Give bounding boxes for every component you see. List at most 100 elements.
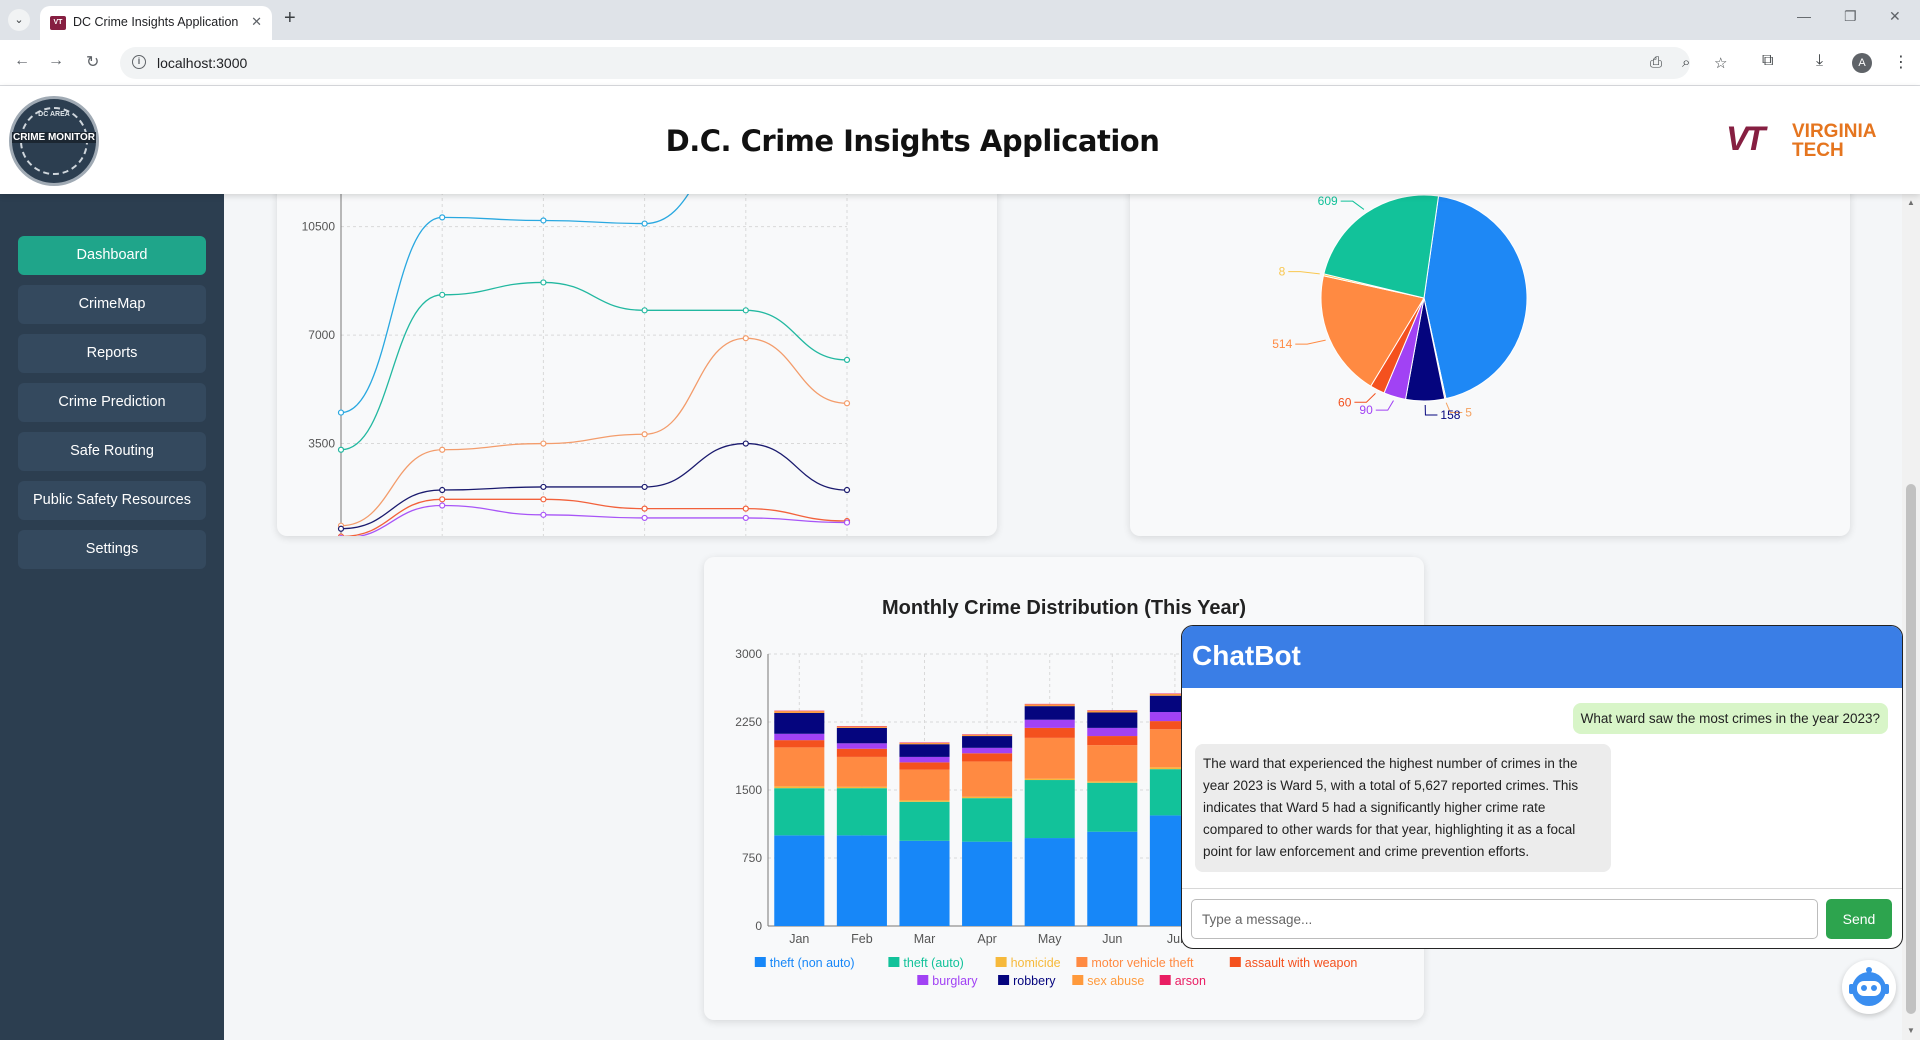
scroll-thumb[interactable] xyxy=(1906,484,1916,1014)
reload-icon[interactable]: ↻ xyxy=(86,52,99,72)
window-close-icon[interactable]: ✕ xyxy=(1889,8,1901,25)
minimize-icon[interactable]: — xyxy=(1797,8,1811,24)
data-point xyxy=(641,514,648,522)
data-point xyxy=(439,214,446,221)
forward-icon[interactable]: → xyxy=(48,52,64,70)
bar-segment xyxy=(962,798,1013,842)
bar-segment xyxy=(1024,778,1075,781)
address-bar[interactable]: i localhost:3000 ⎙ ⌕ ☆ xyxy=(120,47,1727,79)
bar-segment xyxy=(836,727,887,744)
bar-segment xyxy=(1087,712,1138,728)
bar-segment xyxy=(1087,781,1138,783)
bar-segment xyxy=(774,740,825,748)
legend-swatch xyxy=(995,957,1007,967)
back-icon[interactable]: ← xyxy=(14,52,30,70)
bar-segment xyxy=(1024,838,1075,926)
legend-swatch xyxy=(998,975,1010,985)
sidebar-item-public-safety-resources[interactable]: Public Safety Resources xyxy=(18,481,206,520)
bar-segment xyxy=(774,747,825,787)
data-point xyxy=(742,505,749,512)
chat-message-input[interactable] xyxy=(1191,899,1818,939)
sidebar-item-settings[interactable]: Settings xyxy=(18,530,206,569)
bar-segment xyxy=(836,748,887,757)
legend-label: sex abuse xyxy=(1087,974,1144,988)
bar-segment xyxy=(962,753,1013,762)
profile-avatar[interactable]: A xyxy=(1852,53,1872,73)
sidebar-item-reports[interactable]: Reports xyxy=(18,334,206,373)
x-tick-label: Jun xyxy=(1102,932,1122,946)
scroll-down-icon[interactable]: ▼ xyxy=(1907,1026,1915,1035)
bar-segment xyxy=(1087,745,1138,782)
slice-label: 514 xyxy=(1272,337,1292,351)
x-tick-label: May xyxy=(1038,932,1062,946)
legend-label: burglary xyxy=(932,974,978,988)
bar-segment xyxy=(774,711,825,713)
slice-label: 609 xyxy=(1318,194,1338,208)
legend-swatch xyxy=(1076,957,1088,967)
data-point xyxy=(843,519,851,526)
yearly-trend-card: 03500700010500201920202021202220232024th… xyxy=(277,194,997,605)
extensions-icon[interactable]: ⧉ xyxy=(1762,52,1773,70)
chatbot-header: ChatBot xyxy=(1182,626,1902,688)
tab-close-icon[interactable]: ✕ xyxy=(251,14,262,30)
sidebar-item-crime-prediction[interactable]: Crime Prediction xyxy=(18,383,206,422)
chatbot-panel: ChatBot What ward saw the most crimes in… xyxy=(1181,625,1903,949)
bar-segment xyxy=(1024,737,1075,779)
browser-tab[interactable]: VT DC Crime Insights Application ✕ xyxy=(40,6,272,40)
slice-label-line xyxy=(1295,339,1326,345)
data-point xyxy=(540,496,547,503)
bar-segment xyxy=(899,800,950,802)
chatbot-toggle-button[interactable] xyxy=(1842,960,1896,1014)
bar-segment xyxy=(836,835,887,926)
data-point xyxy=(540,279,547,286)
bar-segment xyxy=(899,756,950,763)
chatbot-title: ChatBot xyxy=(1192,640,1301,671)
restore-icon[interactable]: ❐ xyxy=(1844,8,1857,25)
site-info-icon[interactable]: i xyxy=(132,55,146,69)
tab-title: DC Crime Insights Application xyxy=(73,15,239,29)
data-point xyxy=(742,514,749,522)
new-tab-icon[interactable]: + xyxy=(284,8,296,28)
url-text[interactable]: localhost:3000 xyxy=(157,55,247,71)
slice-label-line xyxy=(1354,393,1376,403)
scroll-up-icon[interactable]: ▲ xyxy=(1907,198,1915,207)
legend-swatch xyxy=(917,975,929,985)
data-point xyxy=(337,409,345,416)
series-line xyxy=(340,498,848,538)
series-line xyxy=(340,337,848,527)
browser-menu-icon[interactable]: ⋮ xyxy=(1893,52,1909,72)
downloads-icon[interactable]: ⤓ xyxy=(1816,52,1823,70)
data-point xyxy=(439,502,446,509)
legend-swatch xyxy=(1072,975,1084,985)
sidebar-item-dashboard[interactable]: Dashboard xyxy=(18,236,206,275)
app-header: DC AREA CRIME MONITOR D.C. Crime Insight… xyxy=(0,86,1920,194)
bar-segment xyxy=(962,736,1013,748)
tab-favicon-icon: VT xyxy=(50,16,66,30)
zoom-icon[interactable]: ⌕ xyxy=(1682,54,1690,71)
bar-segment xyxy=(962,796,1013,799)
bookmark-star-icon[interactable]: ☆ xyxy=(1714,54,1727,72)
install-app-icon[interactable]: ⎙ xyxy=(1650,54,1662,71)
browser-tab-bar: ⌄ VT DC Crime Insights Application ✕ + —… xyxy=(0,0,1920,40)
user-message: What ward saw the most crimes in the yea… xyxy=(1572,703,1888,734)
chat-divider xyxy=(1182,888,1902,889)
data-point xyxy=(843,486,851,494)
robot-icon xyxy=(1849,967,1889,1006)
bar-segment xyxy=(899,762,950,770)
page-scrollbar[interactable]: ▲ ▼ xyxy=(1902,194,1920,1040)
data-point xyxy=(439,446,446,453)
vt-line2: TECH xyxy=(1792,140,1844,161)
data-point xyxy=(540,217,547,224)
data-point xyxy=(742,307,749,314)
tab-search-icon[interactable]: ⌄ xyxy=(8,9,30,31)
sidebar-item-safe-routing[interactable]: Safe Routing xyxy=(18,432,206,471)
send-button[interactable]: Send xyxy=(1826,899,1892,939)
y-tick-label: 0 xyxy=(755,919,762,933)
crime-type-pie-chart: 515890605148609theft (non auto)theft (au… xyxy=(1180,194,1783,607)
slice-label-line xyxy=(1424,404,1438,416)
slice-label: 158 xyxy=(1440,408,1460,422)
bar-segment xyxy=(899,840,950,926)
bar-segment xyxy=(836,786,887,789)
y-tick-label: 2250 xyxy=(735,715,762,729)
sidebar-item-crimemap[interactable]: CrimeMap xyxy=(18,285,206,324)
